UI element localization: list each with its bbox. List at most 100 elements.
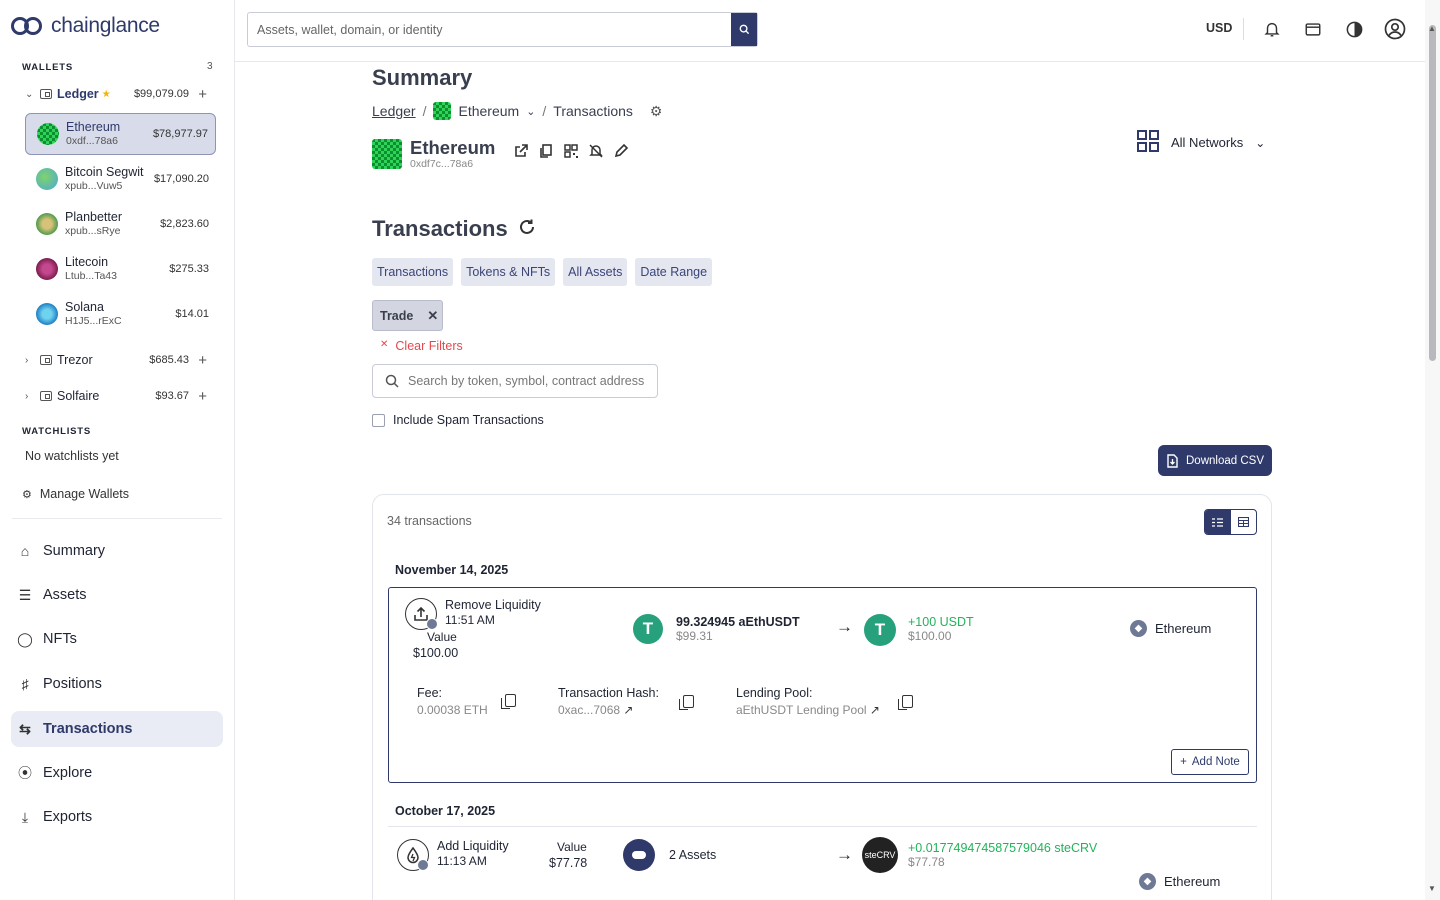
external-link-icon[interactable] bbox=[512, 142, 529, 159]
filter-chip-date-range[interactable]: Date Range bbox=[635, 258, 713, 286]
scroll-up-arrow[interactable]: ▲ bbox=[1428, 24, 1436, 33]
pool-label: Lending Pool: bbox=[736, 686, 813, 700]
wallet-item-litecoin[interactable]: Litecoin Ltub...Ta43 $275.33 bbox=[25, 248, 216, 290]
bell-icon[interactable] bbox=[1261, 18, 1283, 40]
scroll-down-arrow[interactable]: ▼ bbox=[1428, 884, 1436, 893]
wallet-group-trezor[interactable]: › Trezor $685.43 + bbox=[25, 349, 215, 371]
wallet-item-planbetter[interactable]: Planbetter xpub...sRye $2,823.60 bbox=[25, 203, 216, 245]
close-icon[interactable]: ✕ bbox=[427, 308, 438, 324]
global-search-input[interactable] bbox=[248, 13, 731, 46]
ethereum-icon: ◆ bbox=[1139, 873, 1156, 890]
add-wallet-button[interactable]: + bbox=[198, 352, 207, 369]
nav-exports[interactable]: ⤓ Exports bbox=[11, 799, 223, 835]
chevron-right-icon[interactable]: › bbox=[25, 355, 37, 366]
copy-icon[interactable] bbox=[898, 695, 913, 710]
sent-amount: 99.324945 aEthUSDT bbox=[676, 615, 800, 629]
chevron-right-icon[interactable]: › bbox=[25, 391, 37, 402]
filter-chip-all-assets[interactable]: All Assets bbox=[563, 258, 628, 286]
arrow-right-icon: → bbox=[836, 617, 853, 636]
wallet-avatar bbox=[36, 258, 58, 280]
breadcrumb-root[interactable]: Ledger bbox=[372, 103, 416, 119]
transaction-time: 11:13 AM bbox=[437, 854, 487, 868]
add-note-button[interactable]: + Add Note bbox=[1171, 749, 1249, 775]
add-wallet-button[interactable]: + bbox=[198, 388, 207, 405]
chevron-down-icon[interactable]: ⌄ bbox=[25, 89, 37, 100]
topbar-divider bbox=[1243, 18, 1244, 40]
search-button[interactable] bbox=[731, 13, 757, 46]
nav-nfts[interactable]: ◯ NFTs bbox=[11, 621, 223, 657]
wallet-item-solana[interactable]: Solana H1J5...rExC $14.01 bbox=[25, 293, 216, 335]
transaction-type: Remove Liquidity bbox=[445, 598, 541, 612]
fee-value: 0.00038 ETH bbox=[417, 703, 488, 717]
breadcrumb-separator: / bbox=[542, 103, 547, 119]
wallet-item-bitcoin-segwit[interactable]: Bitcoin Segwit xpub...Vuw5 $17,090.20 bbox=[25, 158, 216, 200]
account-icon[interactable] bbox=[1384, 18, 1406, 40]
currency-selector[interactable]: USD bbox=[1206, 21, 1232, 35]
file-icon bbox=[1167, 453, 1178, 468]
bell-off-icon[interactable] bbox=[587, 142, 604, 159]
wallet-avatar bbox=[37, 123, 59, 145]
manage-wallets-link[interactable]: ⚙ Manage Wallets bbox=[22, 487, 129, 501]
nav-assets[interactable]: ☰ Assets bbox=[11, 577, 223, 613]
wallet-item-ethereum[interactable]: Ethereum 0xdf...78a6 $78,977.97 bbox=[25, 113, 216, 155]
wallet-name: Solana bbox=[65, 300, 104, 314]
clear-filters-label: Clear Filters bbox=[395, 339, 463, 353]
transaction-value: $100.00 bbox=[413, 646, 459, 660]
group-name: Solfaire bbox=[57, 389, 100, 403]
wallet-icon[interactable] bbox=[1302, 18, 1324, 40]
hash-link[interactable]: 0xac...7068 ↗ bbox=[558, 703, 633, 717]
top-bar: USD bbox=[235, 0, 1425, 62]
wallet-value: $275.33 bbox=[169, 263, 209, 275]
filter-chips: Transactions Tokens & NFTs All Assets Da… bbox=[372, 258, 713, 286]
ethereum-badge-icon bbox=[417, 859, 429, 871]
token-search-input[interactable] bbox=[408, 374, 648, 388]
edit-icon[interactable] bbox=[612, 142, 629, 159]
wallet-group-solfaire[interactable]: › Solfaire $93.67 + bbox=[25, 385, 215, 407]
view-toggle bbox=[1204, 509, 1257, 535]
wallet-address: 0xdf...78a6 bbox=[66, 135, 118, 147]
wallet-address: xpub...Vuw5 bbox=[65, 180, 123, 192]
filter-chip-transactions[interactable]: Transactions bbox=[372, 258, 454, 286]
clear-filters-link[interactable]: ✕ Clear Filters bbox=[380, 339, 463, 353]
refresh-icon[interactable] bbox=[518, 216, 536, 242]
include-spam-checkbox[interactable] bbox=[372, 413, 385, 427]
filter-chip-tokens-nfts[interactable]: Tokens & NFTs bbox=[461, 258, 556, 286]
breadcrumb-network[interactable]: Ethereum bbox=[458, 103, 519, 119]
wallet-name: Bitcoin Segwit bbox=[65, 165, 144, 179]
active-filter-trade[interactable]: Trade ✕ bbox=[372, 300, 443, 331]
include-spam-toggle[interactable]: Include Spam Transactions bbox=[372, 413, 544, 427]
scrollbar-thumb[interactable] bbox=[1429, 25, 1436, 361]
nav-transactions[interactable]: ⇆ Transactions bbox=[11, 711, 223, 747]
swap-icon: ⇆ bbox=[19, 720, 31, 737]
list-view-button[interactable] bbox=[1205, 510, 1231, 534]
database-icon: ☰ bbox=[18, 586, 32, 603]
copy-icon[interactable] bbox=[679, 695, 694, 710]
chevron-down-icon[interactable]: ⌄ bbox=[526, 105, 535, 118]
settings-icon[interactable]: ⚙ bbox=[650, 103, 663, 120]
wallet-group-ledger[interactable]: ⌄ Ledger ★ $99,079.09 + bbox=[25, 83, 215, 105]
download-csv-button[interactable]: Download CSV bbox=[1158, 445, 1272, 476]
value-label: Value bbox=[557, 840, 587, 854]
active-filter-label: Trade bbox=[380, 308, 414, 323]
nav-positions[interactable]: ♯ Positions bbox=[11, 666, 223, 702]
theme-toggle-icon[interactable] bbox=[1343, 18, 1365, 40]
arrow-up-right-icon: ↗ bbox=[623, 703, 634, 717]
table-view-button[interactable] bbox=[1231, 510, 1257, 534]
group-value: $93.67 bbox=[155, 390, 189, 402]
add-wallet-button[interactable]: + bbox=[198, 86, 207, 103]
copy-icon[interactable] bbox=[501, 694, 516, 709]
nav-explore[interactable]: ⦿ Explore bbox=[11, 755, 223, 791]
copy-icon[interactable] bbox=[537, 142, 554, 159]
pool-link[interactable]: aEthUSDT Lending Pool ↗ bbox=[736, 703, 880, 717]
multi-asset-icon bbox=[623, 839, 655, 871]
network-selector[interactable]: All Networks ⌄ bbox=[1137, 130, 1265, 155]
logo[interactable]: chainglance bbox=[11, 14, 160, 38]
transaction-card[interactable] bbox=[388, 587, 1257, 783]
wallet-address: xpub...sRye bbox=[65, 225, 121, 237]
group-value: $99,079.09 bbox=[133, 88, 189, 100]
value-label: Value bbox=[427, 630, 457, 644]
qr-code-icon[interactable] bbox=[562, 142, 579, 159]
include-spam-label: Include Spam Transactions bbox=[393, 413, 544, 427]
grid-icon bbox=[1137, 130, 1159, 155]
nav-summary[interactable]: ⌂ Summary bbox=[11, 533, 223, 569]
